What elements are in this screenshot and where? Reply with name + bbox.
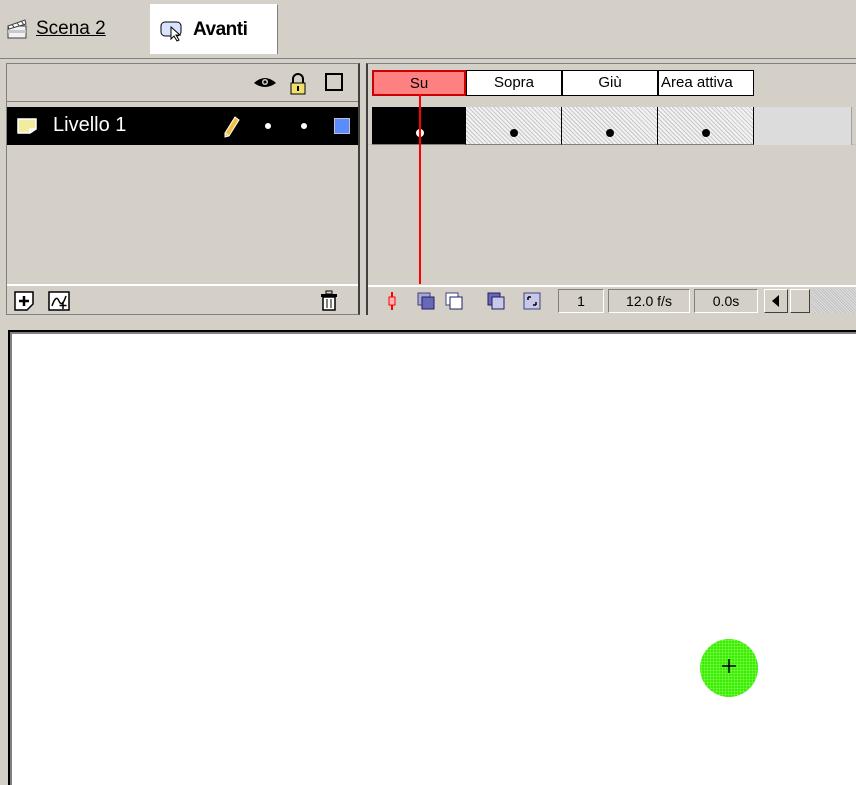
- button-symbol-icon: [160, 21, 182, 42]
- eye-icon[interactable]: [253, 74, 277, 90]
- frame-label-down[interactable]: Giù: [562, 70, 658, 96]
- frame-label-up[interactable]: Su: [372, 70, 466, 96]
- layers-header: [7, 64, 358, 102]
- scroll-left-button[interactable]: [764, 289, 788, 313]
- breadcrumb-symbol: Avanti: [150, 4, 278, 54]
- scrollbar-track[interactable]: [812, 289, 856, 313]
- symbol-name: Avanti: [193, 18, 248, 40]
- empty-frame[interactable]: [754, 107, 852, 145]
- layers-panel: Livello 1: [6, 63, 360, 315]
- frames-footer: 1 12.0 f/s 0.0s: [368, 285, 856, 315]
- stage[interactable]: [8, 330, 856, 785]
- playhead[interactable]: [419, 94, 421, 284]
- onion-skin-outlines-icon[interactable]: [444, 291, 464, 311]
- scrollbar-thumb[interactable]: [790, 289, 810, 313]
- layer-color-swatch[interactable]: [334, 118, 350, 134]
- arrow-left-icon: [772, 295, 779, 307]
- layer-row[interactable]: Livello 1: [7, 107, 358, 145]
- frame-rate-display: 12.0 f/s: [608, 289, 690, 313]
- layers-footer: [7, 284, 358, 314]
- visibility-dot[interactable]: [265, 123, 271, 129]
- keyframe-dot: [702, 129, 710, 137]
- breadcrumb-bar: Scena 2 Avanti: [0, 0, 856, 58]
- current-frame-display: 1: [558, 289, 604, 313]
- outline-icon[interactable]: [325, 73, 343, 91]
- add-guide-layer-icon[interactable]: [47, 290, 71, 312]
- center-frame-icon[interactable]: [382, 291, 402, 311]
- lock-dot[interactable]: [301, 123, 307, 129]
- button-shape[interactable]: [700, 639, 758, 697]
- pencil-icon: [224, 116, 240, 138]
- timeline: Livello 1 Su Sopra Giù Area attiva 1 12.…: [0, 58, 856, 320]
- layer-name: Livello 1: [53, 114, 127, 136]
- lock-icon[interactable]: [289, 73, 307, 95]
- frame-label-hit[interactable]: Area attiva: [658, 70, 754, 96]
- onion-skin-icon[interactable]: [416, 291, 436, 311]
- keyframe-down[interactable]: [562, 107, 658, 145]
- edit-multiple-frames-icon[interactable]: [486, 291, 506, 311]
- frame-label-over[interactable]: Sopra: [466, 70, 562, 96]
- stage-area: [0, 320, 856, 785]
- elapsed-time-display: 0.0s: [694, 289, 758, 313]
- clapperboard-icon: [7, 19, 27, 39]
- modify-onion-markers-icon[interactable]: [522, 291, 542, 311]
- keyframe-dot: [606, 129, 614, 137]
- keyframe-hit[interactable]: [658, 107, 754, 145]
- layer-icon: [17, 118, 37, 134]
- frames-panel: Su Sopra Giù Area attiva 1 12.0 f/s 0.0s: [366, 63, 856, 315]
- breadcrumb-scene[interactable]: Scena 2: [6, 8, 106, 50]
- keyframe-over[interactable]: [466, 107, 562, 145]
- trash-icon[interactable]: [319, 290, 339, 312]
- keyframe-dot: [510, 129, 518, 137]
- insert-layer-icon[interactable]: [13, 290, 35, 312]
- frame-row: [368, 107, 856, 145]
- scene-name: Scena 2: [36, 18, 106, 39]
- registration-mark-icon: [722, 659, 736, 673]
